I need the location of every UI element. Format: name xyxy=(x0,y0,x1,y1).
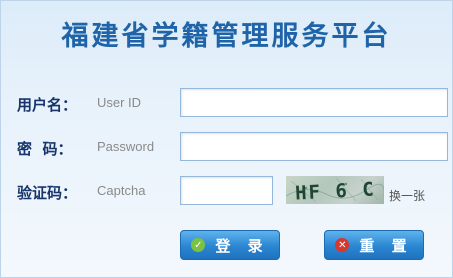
password-hint: Password xyxy=(97,139,155,154)
password-label: 密 码： xyxy=(17,140,73,158)
username-hint: User ID xyxy=(97,95,142,110)
reset-button[interactable]: ✕ 重 置 xyxy=(324,230,424,260)
captcha-input[interactable] xyxy=(180,176,273,205)
captcha-noise: HF 6 C xyxy=(286,177,384,204)
captcha-label: 验证码： xyxy=(17,184,78,202)
captcha-text: HF 6 C xyxy=(295,178,377,204)
username-label: 用户名： xyxy=(17,96,78,114)
captcha-image[interactable]: HF 6 C xyxy=(286,176,384,204)
reset-button-label: 重 置 xyxy=(359,236,413,255)
username-input[interactable] xyxy=(180,88,448,117)
login-button[interactable]: ✓ 登 录 xyxy=(180,230,280,260)
password-input[interactable] xyxy=(180,132,448,161)
check-icon: ✓ xyxy=(191,238,206,252)
close-icon: ✕ xyxy=(335,238,350,252)
login-button-label: 登 录 xyxy=(215,236,269,255)
refresh-captcha-link[interactable]: 换一张 xyxy=(389,187,425,204)
page-title: 福建省学籍管理服务平台 xyxy=(61,21,392,52)
captcha-hint: Captcha xyxy=(97,183,146,198)
